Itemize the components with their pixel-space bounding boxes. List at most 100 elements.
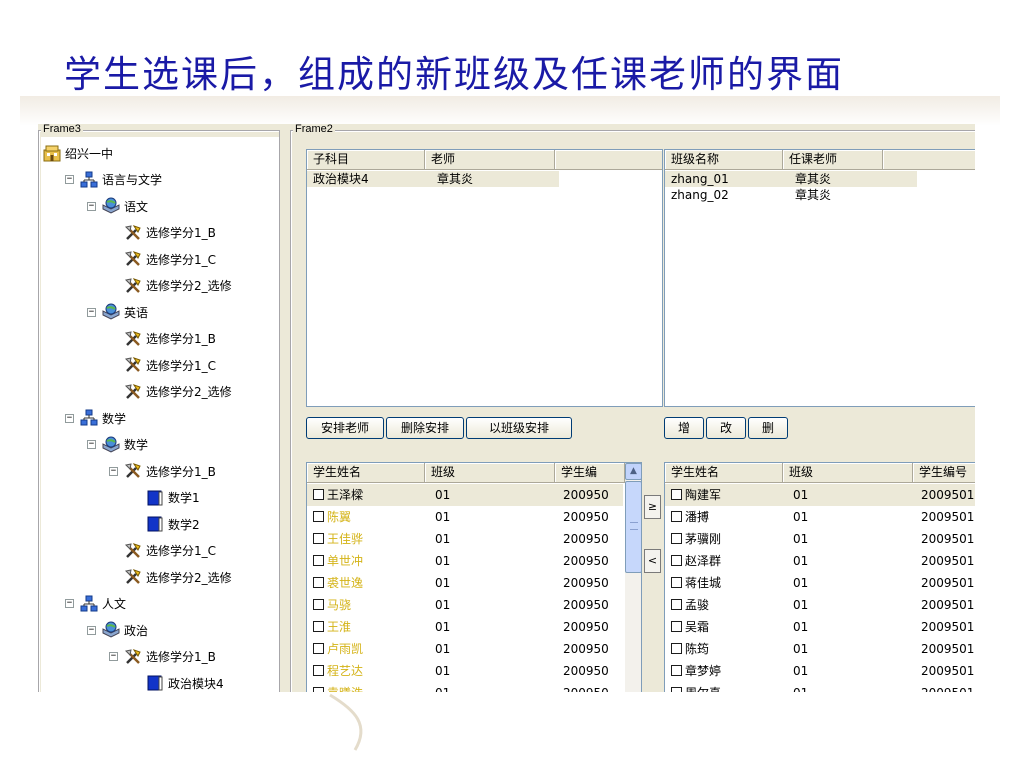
student-checkbox[interactable] bbox=[671, 555, 682, 566]
col-student-name[interactable]: 学生姓名 bbox=[307, 463, 425, 483]
collapse-toggle-icon[interactable]: − bbox=[65, 413, 74, 423]
student-row[interactable]: 王佳骅 01 200950 bbox=[307, 528, 623, 550]
student-checkbox[interactable] bbox=[313, 555, 324, 566]
student-checkbox[interactable] bbox=[671, 643, 682, 654]
student-row[interactable]: 吴霜 01 2009501 bbox=[665, 616, 975, 638]
student-checkbox[interactable] bbox=[671, 687, 682, 692]
move-right-button[interactable]: ≥ bbox=[644, 495, 661, 519]
tree-node[interactable]: − 选修学分1_B bbox=[109, 459, 216, 483]
student-row[interactable]: 陈翼 01 200950 bbox=[307, 506, 623, 528]
col-student-class[interactable]: 班级 bbox=[425, 463, 555, 483]
tree-node[interactable]: − 语文 bbox=[87, 194, 148, 218]
tree-node[interactable]: 绍兴一中 bbox=[43, 141, 113, 165]
student-row[interactable]: 茅骥刚 01 2009501 bbox=[665, 528, 975, 550]
subject-tree[interactable]: 绍兴一中 − 语言与文学 − 语文 选修学分1_B 选修学分1_C 选修学分2_选修 − 英语 选修… bbox=[41, 137, 279, 692]
col-student-id[interactable]: 学生编号 bbox=[913, 463, 975, 483]
subject-row[interactable]: 政治模块4 章其炎 bbox=[307, 171, 559, 187]
student-checkbox[interactable] bbox=[313, 599, 324, 610]
student-checkbox[interactable] bbox=[313, 577, 324, 588]
tree-node[interactable]: 选修学分2_选修 bbox=[109, 565, 232, 589]
student-checkbox[interactable] bbox=[671, 511, 682, 522]
student-checkbox[interactable] bbox=[313, 511, 324, 522]
tree-node[interactable]: 选修学分1_B bbox=[109, 221, 216, 245]
tree-node[interactable]: 政治模块4 bbox=[131, 671, 224, 692]
student-row[interactable]: 单世冲 01 200950 bbox=[307, 550, 623, 572]
student-list-right[interactable]: 学生姓名 班级 学生编号 陶建军 01 2009501 潘搏 01 2009501 茅骥刚 0… bbox=[664, 462, 975, 692]
delete-button[interactable]: 删 bbox=[748, 417, 788, 439]
student-row[interactable]: 王泽樑 01 200950 bbox=[307, 484, 623, 506]
collapse-toggle-icon[interactable]: − bbox=[65, 599, 74, 608]
student-checkbox[interactable] bbox=[671, 599, 682, 610]
student-checkbox[interactable] bbox=[671, 533, 682, 544]
student-checkbox[interactable] bbox=[671, 665, 682, 676]
student-list-left[interactable]: 学生姓名 班级 学生编 ▲ 王泽樑 01 200950 陈翼 01 200950 王佳骅 01… bbox=[306, 462, 642, 692]
student-row[interactable]: 袁曦浩 01200950 bbox=[307, 682, 623, 692]
student-checkbox[interactable] bbox=[671, 489, 682, 500]
student-row[interactable]: 程艺达 01 200950 bbox=[307, 660, 623, 682]
student-row[interactable]: 陶建军 01 2009501 bbox=[665, 484, 975, 506]
col-student-name[interactable]: 学生姓名 bbox=[665, 463, 783, 483]
subject-teacher-list[interactable]: 子科目 老师 政治模块4 章其炎 bbox=[306, 149, 663, 407]
col-student-class[interactable]: 班级 bbox=[783, 463, 913, 483]
tree-node[interactable]: 选修学分2_选修 bbox=[109, 380, 232, 404]
tree-node[interactable]: − 语言与文学 bbox=[65, 168, 162, 192]
tree-node[interactable]: 选修学分2_选修 bbox=[109, 274, 232, 298]
tree-node[interactable]: 数学2 bbox=[131, 512, 200, 536]
tree-node[interactable]: 选修学分1_C bbox=[109, 247, 216, 271]
move-left-button[interactable]: < bbox=[644, 549, 661, 573]
tree-node[interactable]: 选修学分1_B bbox=[109, 327, 216, 351]
scroll-thumb[interactable] bbox=[625, 481, 641, 573]
tree-node[interactable]: − 选修学分1_B bbox=[109, 645, 216, 669]
col-student-id[interactable]: 学生编 bbox=[555, 463, 625, 483]
student-checkbox[interactable] bbox=[671, 621, 682, 632]
tree-node[interactable]: − 英语 bbox=[87, 300, 148, 324]
student-checkbox[interactable] bbox=[313, 643, 324, 654]
student-row[interactable]: 潘搏 01 2009501 bbox=[665, 506, 975, 528]
col-teacher[interactable]: 老师 bbox=[425, 150, 555, 170]
student-checkbox[interactable] bbox=[313, 533, 324, 544]
tree-node[interactable]: 选修学分1_C bbox=[109, 539, 216, 563]
collapse-toggle-icon[interactable]: − bbox=[109, 466, 118, 476]
scroll-up-icon[interactable]: ▲ bbox=[625, 463, 641, 480]
collapse-toggle-icon[interactable]: − bbox=[87, 440, 96, 449]
tree-node[interactable]: 数学1 bbox=[131, 486, 200, 510]
student-row[interactable]: 章梦婷 01 2009501 bbox=[665, 660, 975, 682]
col-class-teacher[interactable]: 任课老师 bbox=[783, 150, 883, 170]
tree-node[interactable]: − 数学 bbox=[65, 406, 126, 430]
collapse-toggle-icon[interactable]: − bbox=[65, 175, 74, 184]
collapse-toggle-icon[interactable]: − bbox=[87, 201, 96, 211]
student-row[interactable]: 裘世逸 01 200950 bbox=[307, 572, 623, 594]
collapse-toggle-icon[interactable]: − bbox=[87, 625, 96, 635]
student-row[interactable]: 陈筠 01 2009501 bbox=[665, 638, 975, 660]
student-checkbox[interactable] bbox=[313, 665, 324, 676]
edit-button[interactable]: 改 bbox=[706, 417, 746, 439]
tree-node[interactable]: − 数学 bbox=[87, 433, 148, 457]
student-checkbox[interactable] bbox=[313, 489, 324, 500]
tree-node[interactable]: − 政治 bbox=[87, 618, 148, 642]
student-row[interactable]: 孟骏 01 2009501 bbox=[665, 594, 975, 616]
assign-by-class-button[interactable]: 以班级安排 bbox=[466, 417, 572, 439]
student-checkbox[interactable] bbox=[313, 687, 324, 692]
student-row[interactable]: 马骁 01 200950 bbox=[307, 594, 623, 616]
student-checkbox[interactable] bbox=[313, 621, 324, 632]
student-row[interactable]: 王淮 01 200950 bbox=[307, 616, 623, 638]
col-subject[interactable]: 子科目 bbox=[307, 150, 425, 170]
class-row[interactable]: zhang_02 章其炎 bbox=[665, 187, 917, 203]
student-left-scrollbar[interactable]: ▲ bbox=[625, 463, 641, 692]
tree-node[interactable]: − 人文 bbox=[65, 592, 126, 616]
student-row[interactable]: 卢雨凯 01 200950 bbox=[307, 638, 623, 660]
class-row[interactable]: zhang_01 章其炎 bbox=[665, 171, 917, 187]
student-checkbox[interactable] bbox=[671, 577, 682, 588]
student-row[interactable]: 周尔真 012009501 bbox=[665, 682, 975, 692]
delete-assignment-button[interactable]: 删除安排 bbox=[386, 417, 464, 439]
col-class-blank[interactable] bbox=[883, 150, 975, 170]
tree-node[interactable]: 选修学分1_C bbox=[109, 353, 216, 377]
col-blank[interactable] bbox=[555, 150, 662, 170]
collapse-toggle-icon[interactable]: − bbox=[87, 307, 96, 317]
assign-teacher-button[interactable]: 安排老师 bbox=[306, 417, 384, 439]
class-teacher-list[interactable]: 班级名称 任课老师 zhang_01 章其炎 zhang_02 章其炎 bbox=[664, 149, 975, 407]
student-row[interactable]: 蒋佳城 01 2009501 bbox=[665, 572, 975, 594]
student-row[interactable]: 赵泽群 01 2009501 bbox=[665, 550, 975, 572]
col-class-name[interactable]: 班级名称 bbox=[665, 150, 783, 170]
add-button[interactable]: 增 bbox=[664, 417, 704, 439]
